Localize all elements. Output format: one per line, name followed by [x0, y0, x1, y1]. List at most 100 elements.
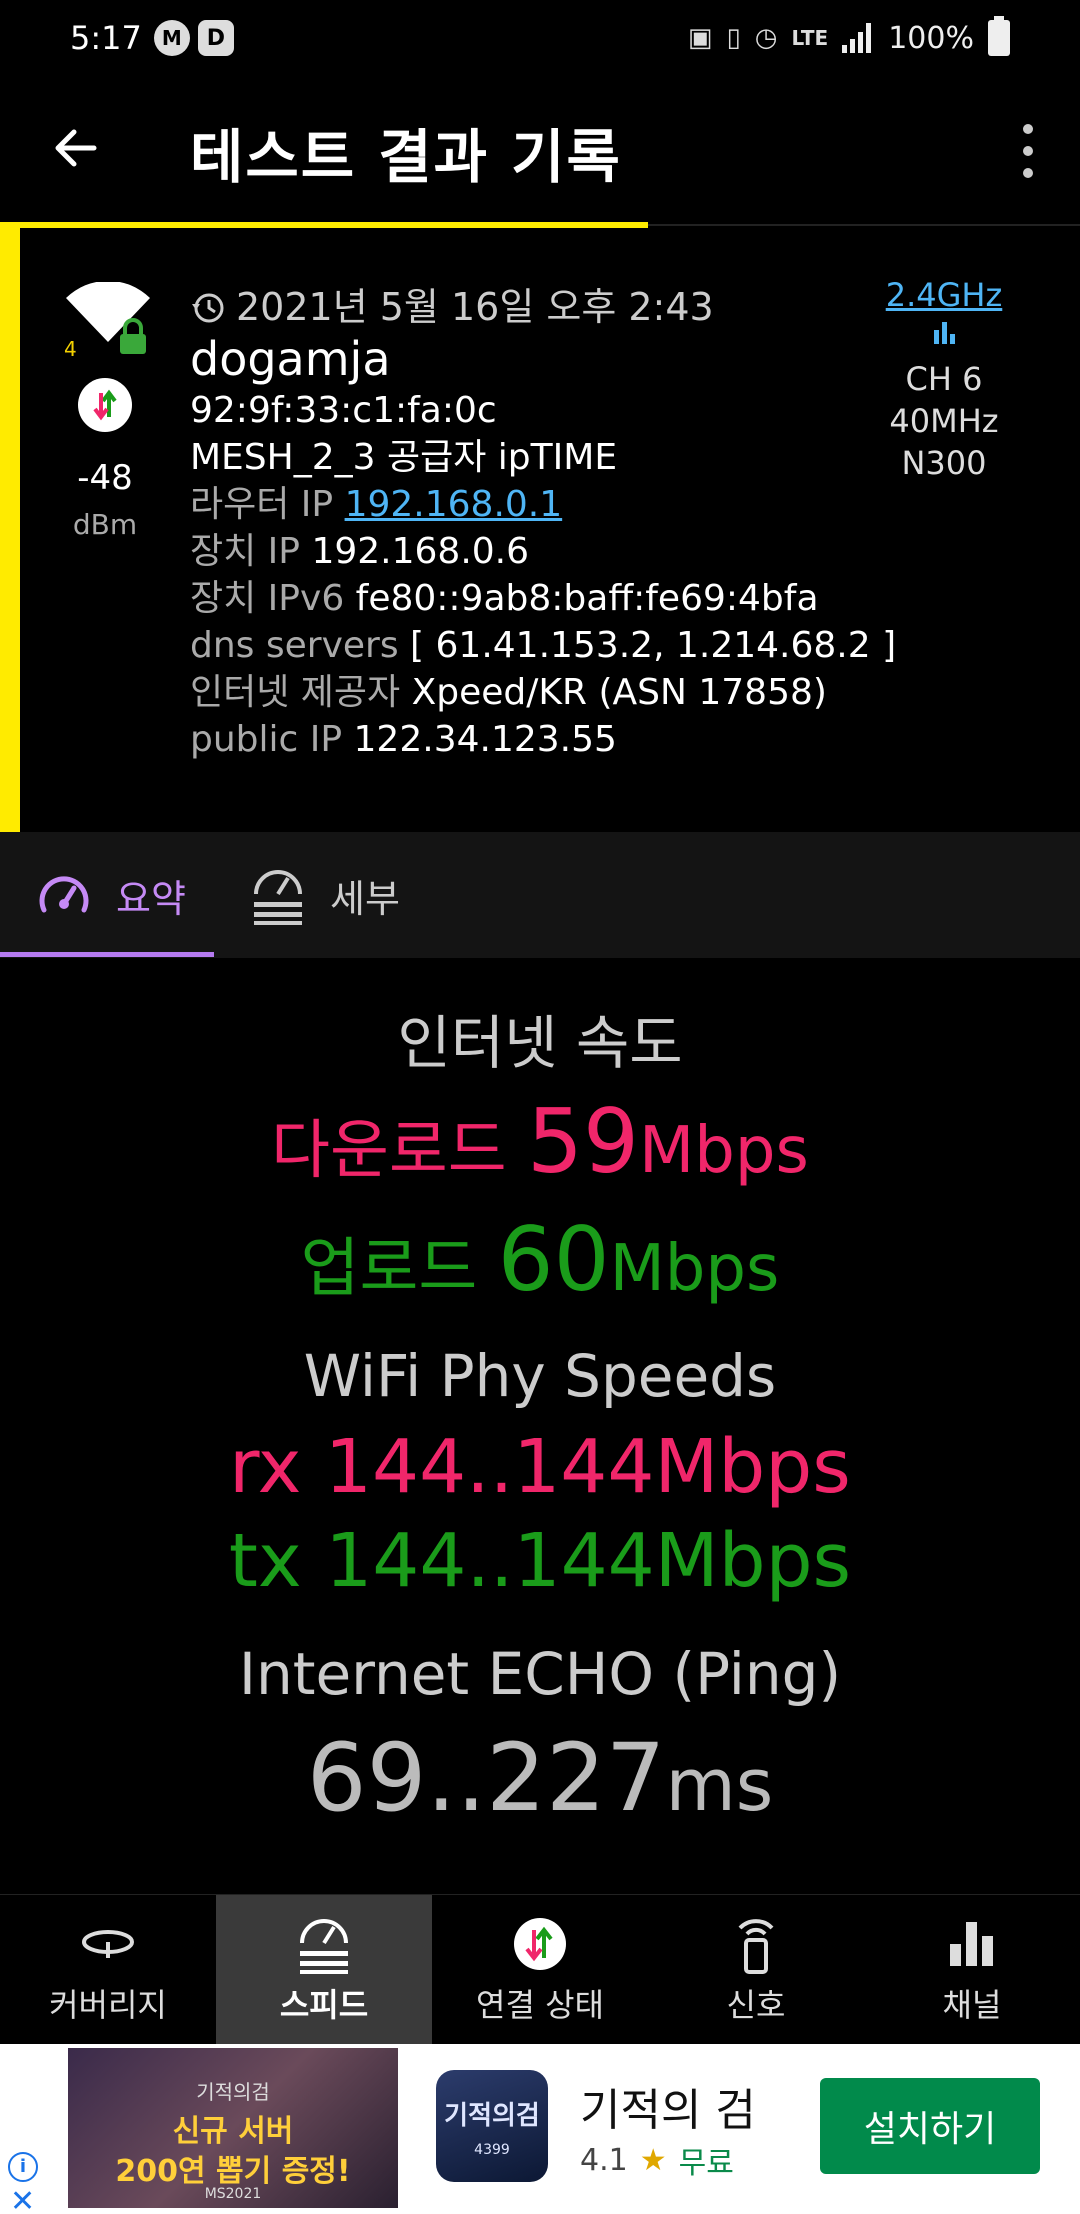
nav-speed[interactable]: 스피드 — [216, 1895, 432, 2045]
ad-info-icon[interactable]: i — [8, 2152, 38, 2182]
channel-graph-icon — [950, 1922, 993, 1966]
band-link[interactable]: 2.4GHz — [864, 276, 1024, 314]
messenger-icon: M — [153, 20, 190, 56]
public-ip-label: public IP — [190, 719, 354, 760]
test-date: 2021년 5월 16일 오후 2:43 — [236, 285, 714, 329]
rx-speed: rx 144..144Mbps — [229, 1424, 851, 1510]
battery-percent: 100% — [888, 20, 974, 56]
nfc-icon: ▣ — [687, 23, 713, 53]
battery-icon — [988, 16, 1010, 56]
device-ip-label: 장치 IP — [190, 531, 312, 572]
ad-banner-line3: 200연 뽑기 증정! — [115, 2154, 351, 2189]
device-ipv6: fe80::9ab8:baff:fe69:4bfa — [355, 578, 819, 619]
ad-close-icon[interactable]: ✕ — [10, 2184, 35, 2214]
install-button[interactable]: 설치하기 — [820, 2078, 1040, 2174]
band-info: 2.4GHz CH 6 40MHz N300 — [864, 276, 1024, 484]
ad-rating: 4.1 — [580, 2142, 628, 2178]
signal-phone-icon — [738, 1919, 774, 1974]
speedometer-icon — [39, 876, 89, 913]
test-record-card[interactable]: 4 -48 dBm 2021년 5월 16일 오후 2:43 dogamja 9… — [0, 228, 1080, 832]
status-bar: 5:17 M D ▣ ▯ ◷ LTE 100% — [0, 0, 1080, 76]
tab-detail[interactable]: 세부 — [250, 832, 400, 958]
router-ip-label: 라우터 IP — [190, 484, 345, 525]
alarm-icon: ◷ — [754, 23, 778, 53]
page-title: 테스트 결과 기록 — [190, 123, 622, 191]
record-details: 2021년 5월 16일 오후 2:43 dogamja 92:9f:33:c1… — [190, 284, 896, 763]
ad-app-meta: 4.1 ★ 무료 — [580, 2138, 734, 2182]
vendor: ipTIME — [497, 437, 618, 478]
dns-servers: [ 61.41.153.2, 1.214.68.2 ] — [410, 625, 897, 666]
tab-indicator — [0, 952, 214, 957]
signal-unit: dBm — [72, 508, 138, 541]
nav-signal-label: 신호 — [726, 1986, 786, 2024]
download-speed: 다운로드 59Mbps — [0, 1090, 1080, 1193]
nav-channel[interactable]: 채널 — [864, 1895, 1080, 2045]
channel: CH 6 — [905, 360, 983, 398]
ad-banner-line4: MS2021 — [204, 2186, 262, 2202]
vendor-label: MESH_2_3 공급자 — [190, 437, 498, 478]
ad-app-icon-text: 기적의검 — [444, 2100, 540, 2131]
ad-app-icon-publisher: 4399 — [474, 2141, 510, 2158]
more-menu-icon[interactable] — [1016, 124, 1040, 178]
ping-heading: Internet ECHO (Ping) — [238, 1640, 842, 1708]
star-icon: ★ — [639, 2142, 667, 2178]
isp-label: 인터넷 제공자 — [190, 672, 412, 713]
nav-connection-label: 연결 상태 — [476, 1986, 604, 2024]
record-highlight-bar — [0, 228, 20, 832]
d-app-icon: D — [197, 20, 234, 56]
tab-summary[interactable]: 요약 — [36, 832, 186, 958]
ping-result: 69..227ms — [0, 1724, 1080, 1833]
channel-width: 40MHz — [889, 402, 999, 440]
progress-track — [648, 224, 1080, 226]
channel-bars-icon — [864, 320, 1024, 344]
speed-icon — [300, 1919, 348, 1974]
tab-detail-label: 세부 — [330, 876, 400, 921]
public-ip: 122.34.123.55 — [353, 719, 617, 760]
app-bar: 테스트 결과 기록 — [0, 76, 1080, 224]
nav-connection[interactable]: 연결 상태 — [432, 1895, 648, 2045]
nav-signal[interactable]: 신호 — [648, 1895, 864, 2045]
connection-status-icon — [514, 1918, 566, 1970]
signal-strength: -48 — [77, 458, 133, 498]
speed-detail-icon — [254, 870, 302, 925]
upload-unit: Mbps — [609, 1232, 780, 1306]
up-down-arrow-icon — [78, 378, 132, 432]
ad-banner-line2: 신규 서버 — [172, 2114, 294, 2149]
nav-speed-label: 스피드 — [279, 1986, 369, 2024]
coverage-icon — [82, 1930, 134, 1958]
ad-banner-line1: 기적의검 — [196, 2080, 270, 2104]
status-time: 5:17 — [70, 19, 142, 57]
ad-app-icon[interactable]: 기적의검 4399 — [436, 2070, 548, 2182]
dns-label: dns servers — [190, 625, 411, 666]
back-arrow-icon[interactable] — [48, 120, 104, 176]
bottom-navigation: 커버리지 스피드 연결 상태 신호 채널 — [0, 1894, 1080, 2045]
nav-coverage[interactable]: 커버리지 — [0, 1895, 216, 2045]
tx-speed: tx 144..144Mbps — [228, 1518, 852, 1604]
ad-banner[interactable]: i ✕ 기적의검 신규 서버 200연 뽑기 증정! MS2021 기적의검 4… — [0, 2044, 1080, 2214]
ssid: dogamja — [190, 332, 391, 386]
ipv6-label: 장치 IPv6 — [190, 578, 356, 619]
router-ip-link[interactable]: 192.168.0.1 — [345, 484, 563, 525]
bssid: 92:9f:33:c1:fa:0c — [190, 390, 497, 431]
internet-speed-heading: 인터넷 속도 — [397, 1009, 683, 1077]
ad-image[interactable]: 기적의검 신규 서버 200연 뽑기 증정! MS2021 — [68, 2048, 398, 2208]
isp: Xpeed/KR (ASN 17858) — [411, 672, 827, 713]
nav-coverage-label: 커버리지 — [49, 1986, 167, 2024]
signal-icon — [842, 23, 872, 53]
ping-value: 69..227 — [306, 1724, 666, 1833]
download-value: 59 — [527, 1090, 640, 1193]
ad-app-name: 기적의 검 — [580, 2085, 756, 2136]
ad-price: 무료 — [678, 2146, 734, 2181]
vibrate-icon: ▯ — [726, 23, 741, 53]
upload-speed: 업로드 60Mbps — [0, 1208, 1080, 1311]
tab-bar: 요약 세부 — [0, 832, 1080, 958]
phy-speed-heading: WiFi Phy Speeds — [303, 1342, 777, 1410]
nav-channel-label: 채널 — [942, 1986, 1002, 2024]
ping-unit: ms — [665, 1743, 774, 1827]
upload-label: 업로드 — [300, 1232, 498, 1306]
lte-icon: LTE — [791, 26, 829, 50]
upload-value: 60 — [497, 1208, 610, 1311]
download-label: 다운로드 — [271, 1114, 528, 1188]
tab-summary-label: 요약 — [116, 876, 186, 921]
svg-text:4: 4 — [64, 337, 77, 361]
